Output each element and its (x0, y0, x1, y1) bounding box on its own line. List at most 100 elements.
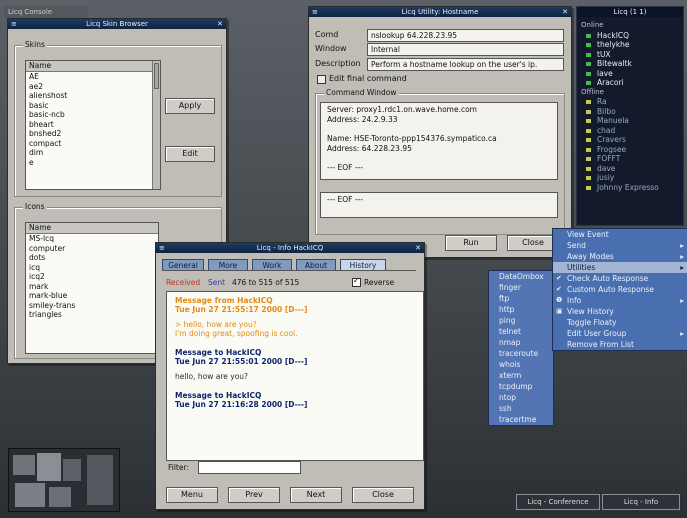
submenu-item[interactable]: DataOmbox (489, 271, 553, 282)
history-messages[interactable]: Message from HackICQ Tue Jun 27 21:55:17 … (166, 291, 424, 461)
icons-list-header[interactable]: Name (26, 223, 158, 234)
received-tab[interactable]: Received (166, 278, 200, 287)
list-item[interactable]: computer (26, 244, 158, 254)
menu-item-info[interactable]: ❶ Info ▸ (553, 295, 687, 306)
list-item[interactable]: ae2 (26, 82, 160, 92)
contact-item[interactable]: thelykhe (577, 40, 683, 50)
submenu-item[interactable]: tcpdump (489, 381, 553, 392)
list-item[interactable]: smiley-trans (26, 301, 158, 311)
contact-item[interactable]: Johnny Expresso (577, 183, 683, 193)
submenu-item[interactable]: ping (489, 315, 553, 326)
submenu-item[interactable]: telnet (489, 326, 553, 337)
submenu-item[interactable]: ntop (489, 392, 553, 403)
close-icon[interactable]: ✕ (217, 19, 223, 29)
close-button[interactable]: Close (352, 487, 414, 503)
menu-item-view-event[interactable]: View Event (553, 229, 687, 240)
skins-scrollbar[interactable] (152, 61, 160, 189)
command-output[interactable]: Server: proxy1.rdc1.on.wave.home.com Addr… (320, 102, 558, 180)
edit-button[interactable]: Edit (165, 146, 215, 162)
contact-item[interactable]: Ra (577, 97, 683, 107)
submenu-item[interactable]: xterm (489, 370, 553, 381)
menu-item-custom-auto-response[interactable]: ✔ Custom Auto Response (553, 284, 687, 295)
contact-item[interactable]: Manuela (577, 116, 683, 126)
history-titlebar[interactable]: ≡ Licq - Info HackICQ ✕ (156, 243, 424, 253)
status-online-icon (586, 33, 591, 38)
contact-item[interactable]: Bilbo (577, 107, 683, 117)
menu-item-edit-user-group[interactable]: Edit User Group ▸ (553, 328, 687, 339)
skins-list[interactable]: Name AE ae2 alienshost basic basic-ncb bheart… (25, 60, 161, 190)
window-menu-icon[interactable]: ≡ (159, 243, 165, 253)
list-item[interactable]: compact (26, 139, 160, 149)
prev-button[interactable]: Prev (228, 487, 280, 503)
menu-button[interactable]: Menu (166, 487, 218, 503)
run-button[interactable]: Run (445, 235, 497, 251)
apply-button[interactable]: Apply (165, 98, 215, 114)
edit-final-checkbox[interactable] (317, 75, 326, 84)
command-output-secondary[interactable]: --- EOF --- (320, 192, 558, 218)
scroll-thumb[interactable] (154, 63, 159, 89)
menu-item-remove-from-list[interactable]: Remove From List (553, 339, 687, 350)
menu-item-view-history[interactable]: ▣ View History (553, 306, 687, 317)
window-menu-icon[interactable]: ≡ (312, 7, 318, 17)
contact-item[interactable]: Aracori (577, 78, 683, 88)
skins-list-header[interactable]: Name (26, 61, 160, 72)
contact-item[interactable]: chad (577, 126, 683, 136)
contact-item[interactable]: FOFFT (577, 154, 683, 164)
submenu-item[interactable]: finger (489, 282, 553, 293)
contact-item[interactable]: HackICQ (577, 31, 683, 41)
list-item[interactable]: dim (26, 148, 160, 158)
menu-item-toggle-floaty[interactable]: Toggle Floaty (553, 317, 687, 328)
menu-item-utilities[interactable]: Utilities ▸ (553, 262, 687, 273)
menu-item-check-auto-response[interactable]: ✔ Check Auto Response (553, 273, 687, 284)
contact-item[interactable]: tUX (577, 50, 683, 60)
contact-item[interactable]: Bitewaltk (577, 59, 683, 69)
window-field[interactable]: Internal (367, 43, 564, 56)
contact-item[interactable]: dave (577, 164, 683, 174)
list-item[interactable]: bheart (26, 120, 160, 130)
contact-item[interactable]: Cravers (577, 135, 683, 145)
list-item[interactable]: icq (26, 263, 158, 273)
utility-titlebar[interactable]: ≡ Licq Utility: Hostname ✕ (309, 7, 571, 17)
submenu-item[interactable]: traceroute (489, 348, 553, 359)
close-icon[interactable]: ✕ (415, 243, 421, 253)
list-item[interactable]: mark (26, 282, 158, 292)
list-item[interactable]: basic (26, 101, 160, 111)
contact-list-titlebar[interactable]: Licq (1 1) (577, 7, 683, 17)
close-icon[interactable]: ✕ (562, 7, 568, 17)
sent-tab[interactable]: Sent (208, 278, 225, 287)
submenu-item[interactable]: ssh (489, 403, 553, 414)
skin-browser-titlebar[interactable]: ≡ Licq Skin Browser ✕ (8, 19, 226, 29)
menu-item-send[interactable]: Send ▸ (553, 240, 687, 251)
contact-item[interactable]: lave (577, 69, 683, 79)
menu-item-away-modes[interactable]: Away Modes ▸ (553, 251, 687, 262)
taskbar-label: Licq - Conference (527, 498, 589, 506)
list-item[interactable]: mark-blue (26, 291, 158, 301)
list-item[interactable]: basic-ncb (26, 110, 160, 120)
submenu-item[interactable]: whois (489, 359, 553, 370)
next-button[interactable]: Next (290, 487, 342, 503)
reverse-checkbox[interactable]: ✓ (352, 276, 361, 287)
submenu-item[interactable]: tracertme (489, 414, 553, 425)
list-item[interactable]: alienshost (26, 91, 160, 101)
description-field[interactable]: Perform a hostname lookup on the user's … (367, 58, 564, 71)
corner-console[interactable]: Licq Console (4, 6, 88, 18)
list-item[interactable]: MS-Icq (26, 234, 158, 244)
list-item[interactable]: triangles (26, 310, 158, 320)
command-field[interactable]: nslookup 64.228.23.95 (367, 29, 564, 42)
list-item[interactable]: AE (26, 72, 160, 82)
window-menu-icon[interactable]: ≡ (11, 19, 17, 29)
list-item[interactable]: e (26, 158, 160, 168)
submenu-item[interactable]: http (489, 304, 553, 315)
list-item[interactable]: icq2 (26, 272, 158, 282)
list-item[interactable]: dots (26, 253, 158, 263)
desktop-pager[interactable] (8, 448, 120, 512)
list-item[interactable]: bnshed2 (26, 129, 160, 139)
icons-list[interactable]: Name MS-Icq computer dots icq icq2 mark mark-b… (25, 222, 159, 354)
submenu-item[interactable]: ftp (489, 293, 553, 304)
contact-item[interactable]: jusiy (577, 173, 683, 183)
contact-item[interactable]: Frogsee (577, 145, 683, 155)
taskbar-item[interactable]: Licq - Conference (516, 494, 600, 510)
taskbar-item[interactable]: Licq - Info (602, 494, 680, 510)
filter-field[interactable] (198, 461, 301, 474)
submenu-item[interactable]: nmap (489, 337, 553, 348)
